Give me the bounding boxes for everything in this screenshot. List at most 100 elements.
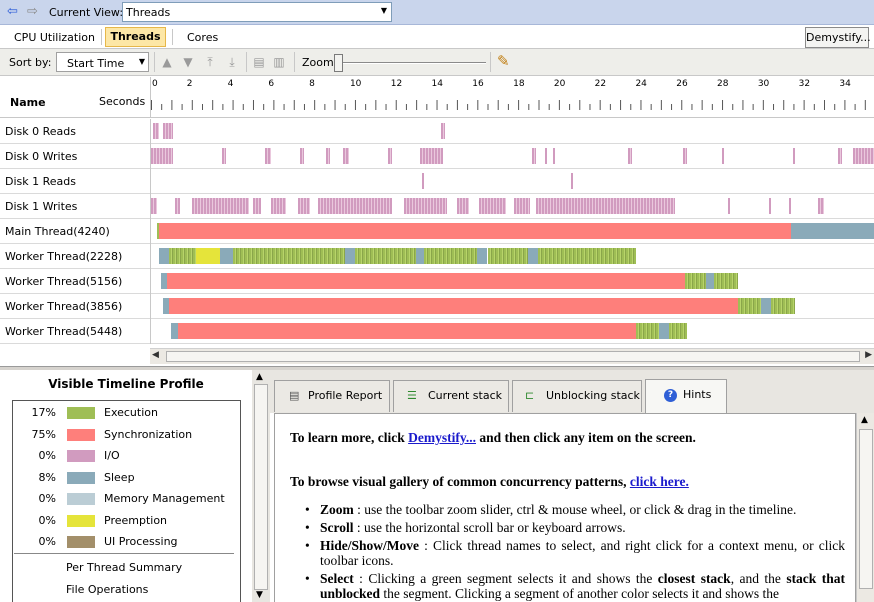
timeline-segment-execution[interactable]	[636, 323, 659, 339]
timeline-segment-io[interactable]	[318, 198, 392, 214]
timeline-segment-execution[interactable]	[669, 323, 688, 339]
timeline-segment-io[interactable]	[552, 148, 555, 164]
move-up-icon[interactable]: ▲	[160, 55, 174, 69]
timeline-segment-io[interactable]	[175, 198, 180, 214]
thread-name[interactable]: Worker Thread(5448)	[5, 325, 122, 338]
hide-thread-icon[interactable]: ▤	[252, 55, 266, 69]
thread-name[interactable]: Disk 1 Reads	[5, 175, 76, 188]
timeline-segment-synchronization[interactable]	[167, 273, 686, 289]
tab-cores[interactable]: Cores	[187, 31, 218, 44]
thread-track[interactable]	[150, 119, 874, 144]
per-thread-summary-link[interactable]: Per Thread Summary	[66, 561, 182, 574]
thread-name[interactable]: Disk 1 Writes	[5, 200, 77, 213]
zoom-slider-thumb[interactable]	[334, 54, 343, 72]
timeline-segment-io[interactable]	[163, 123, 174, 139]
timeline-segment-io[interactable]	[326, 148, 331, 164]
timeline-segment-io[interactable]	[420, 148, 443, 164]
thread-row[interactable]: Disk 0 Writes	[0, 144, 874, 169]
thread-row[interactable]: Worker Thread(5448)	[0, 319, 874, 344]
legend-item[interactable]: 75% Synchronization	[14, 426, 240, 446]
timeline-segment-io[interactable]	[536, 198, 676, 214]
thread-name[interactable]: Main Thread(4240)	[5, 225, 110, 238]
timeline-segment-io[interactable]	[271, 198, 286, 214]
legend-item[interactable]: 17% Execution	[14, 404, 240, 424]
timeline-segment-sleep[interactable]	[528, 248, 539, 264]
timeline-segment-io[interactable]	[151, 198, 158, 214]
timeline-segment-io[interactable]	[387, 148, 392, 164]
timeline-segment-execution[interactable]	[538, 248, 637, 264]
timeline-segment-synchronization[interactable]	[177, 323, 637, 339]
timeline-segment-execution[interactable]	[738, 298, 761, 314]
timeline-segment-io[interactable]	[722, 148, 725, 164]
timeline-segment-io[interactable]	[222, 148, 227, 164]
thread-track[interactable]	[150, 144, 874, 169]
timeline-segment-io[interactable]	[514, 198, 531, 214]
thread-row[interactable]: Disk 1 Writes	[0, 194, 874, 219]
timeline-segment-io[interactable]	[422, 173, 425, 189]
scroll-up-icon[interactable]: ▲	[256, 372, 263, 382]
timeline-segment-io[interactable]	[683, 148, 688, 164]
scrollbar-thumb[interactable]	[166, 351, 860, 362]
thread-track[interactable]	[150, 169, 874, 194]
timeline-segment-execution[interactable]	[713, 273, 739, 289]
timeline-segment-execution[interactable]	[354, 248, 417, 264]
timeline-segment-execution[interactable]	[169, 248, 196, 264]
thread-name[interactable]: Worker Thread(5156)	[5, 275, 122, 288]
timeline-segment-io[interactable]	[628, 148, 633, 164]
timeline-segment-sleep[interactable]	[344, 248, 355, 264]
thread-row[interactable]: Main Thread(4240)	[0, 219, 874, 244]
timeline-segment-io[interactable]	[532, 148, 537, 164]
timeline-segment-sleep[interactable]	[416, 248, 425, 264]
scroll-up-icon[interactable]: ▲	[861, 415, 868, 425]
legend-item[interactable]: 0% UI Processing	[14, 533, 240, 553]
timeline-segment-sleep[interactable]	[658, 323, 669, 339]
current-view-select[interactable]: Threads ▼	[122, 2, 392, 22]
thread-track[interactable]	[150, 219, 874, 244]
timeline-segment-execution[interactable]	[487, 248, 529, 264]
thread-track[interactable]	[150, 194, 874, 219]
thread-row[interactable]: Worker Thread(3856)	[0, 294, 874, 319]
back-arrow-icon[interactable]: ⇦	[7, 5, 18, 18]
thread-name[interactable]: Worker Thread(3856)	[5, 300, 122, 313]
timeline-segment-io[interactable]	[403, 198, 447, 214]
timeline-segment-io[interactable]	[852, 148, 874, 164]
tab-threads[interactable]: Threads	[105, 27, 166, 47]
scrollbar-thumb[interactable]	[859, 429, 873, 589]
timeline-segment-sleep[interactable]	[159, 248, 170, 264]
thread-track[interactable]	[150, 269, 874, 294]
timeline-segment-sleep[interactable]	[477, 248, 488, 264]
thread-track[interactable]	[150, 294, 874, 319]
timeline-segment-io[interactable]	[817, 198, 824, 214]
timeline-segment-io[interactable]	[456, 198, 470, 214]
timeline-segment-sleep[interactable]	[760, 298, 771, 314]
timeline-segment-io[interactable]	[297, 198, 311, 214]
timeline-segment-io[interactable]	[479, 198, 506, 214]
pencil-icon[interactable]: ✎	[497, 53, 510, 69]
timeline-segment-io[interactable]	[728, 198, 731, 214]
timeline-segment-io[interactable]	[571, 173, 574, 189]
timeline-segment-execution[interactable]	[685, 273, 706, 289]
timeline-segment-io[interactable]	[265, 148, 272, 164]
timeline-segment-io[interactable]	[252, 198, 262, 214]
tab-hints[interactable]: ? Hints	[645, 379, 727, 413]
timeline-segment-sleep[interactable]	[791, 223, 874, 239]
sort-by-select[interactable]: Start Time ▼	[56, 52, 149, 72]
vertical-scrollbar[interactable]: ▲ ▼	[252, 370, 270, 602]
timeline-segment-sleep[interactable]	[705, 273, 714, 289]
forward-arrow-icon[interactable]: ⇨	[27, 5, 38, 18]
timeline-segment-sleep[interactable]	[220, 248, 233, 264]
scroll-down-icon[interactable]: ▼	[256, 590, 263, 600]
legend-item[interactable]: 0% I/O	[14, 447, 240, 467]
timeline-segment-io[interactable]	[544, 148, 547, 164]
timeline-segment-io[interactable]	[342, 148, 349, 164]
timeline-segment-io[interactable]	[440, 123, 445, 139]
scroll-left-icon[interactable]: ◀	[152, 350, 159, 360]
thread-track[interactable]	[150, 319, 874, 344]
thread-row[interactable]: Disk 1 Reads	[0, 169, 874, 194]
hints-scrollbar[interactable]: ▲	[856, 413, 874, 602]
thread-track[interactable]	[150, 244, 874, 269]
legend-item[interactable]: 0% Preemption	[14, 512, 240, 532]
zoom-slider[interactable]	[334, 53, 490, 73]
timeline-segment-io[interactable]	[191, 198, 249, 214]
tab-current-stack[interactable]: ☰ Current stack	[393, 380, 509, 412]
